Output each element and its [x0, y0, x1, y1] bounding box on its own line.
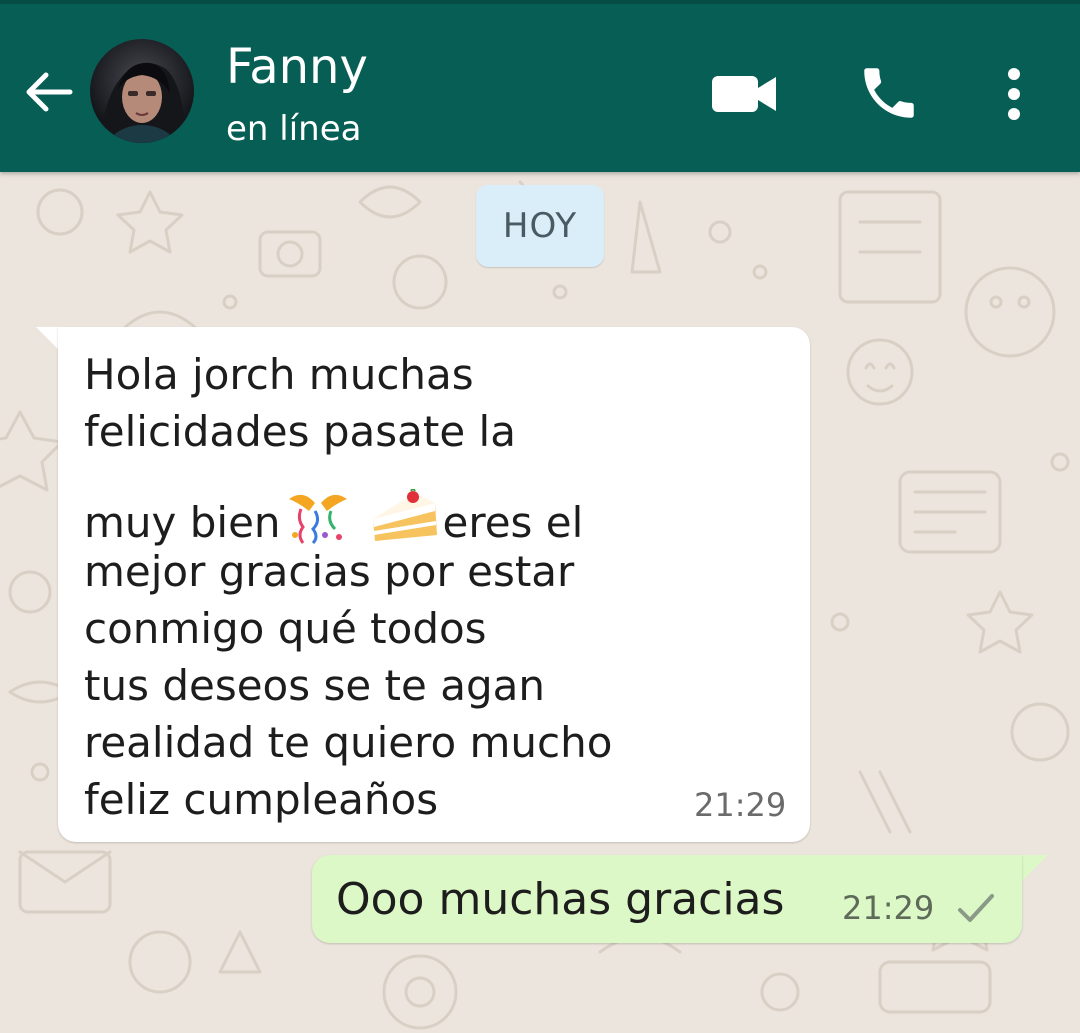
contact-status: en línea	[226, 109, 362, 149]
arrow-back-icon	[26, 72, 73, 112]
incoming-message-line: muy bien	[84, 498, 281, 547]
video-call-button[interactable]	[706, 68, 782, 120]
incoming-message-line: Hola jorch muchas	[84, 350, 474, 399]
phone-icon	[864, 68, 914, 118]
contact-name[interactable]: Fanny	[226, 38, 368, 96]
incoming-message-line: realidad te quiero mucho	[84, 718, 613, 767]
incoming-message-line: tus deseos se te agan	[84, 661, 545, 710]
chat-header: Fanny en línea	[0, 0, 1080, 172]
incoming-message-line: eres el	[442, 498, 584, 547]
incoming-message-time: 21:29	[694, 786, 787, 824]
outgoing-bubble-tail	[1022, 855, 1048, 881]
incoming-message-line: conmigo qué todos	[84, 604, 487, 653]
avatar-photo	[90, 39, 194, 143]
voice-call-button[interactable]	[856, 60, 922, 126]
more-vert-icon	[1008, 68, 1020, 120]
outgoing-message-text: Ooo muchas gracias	[336, 874, 785, 925]
video-call-icon	[712, 76, 776, 112]
back-button[interactable]	[18, 62, 78, 122]
incoming-message-line: felicidades pasate la	[84, 407, 516, 456]
more-options-button[interactable]	[994, 62, 1034, 126]
contact-avatar[interactable]	[90, 39, 194, 143]
outgoing-message-time: 21:29	[842, 889, 935, 927]
single-check-icon	[958, 894, 994, 922]
incoming-message-line: mejor gracias por estar	[84, 547, 575, 596]
incoming-message-line: feliz cumpleaños	[84, 775, 439, 824]
date-chip: HOY	[476, 185, 604, 267]
